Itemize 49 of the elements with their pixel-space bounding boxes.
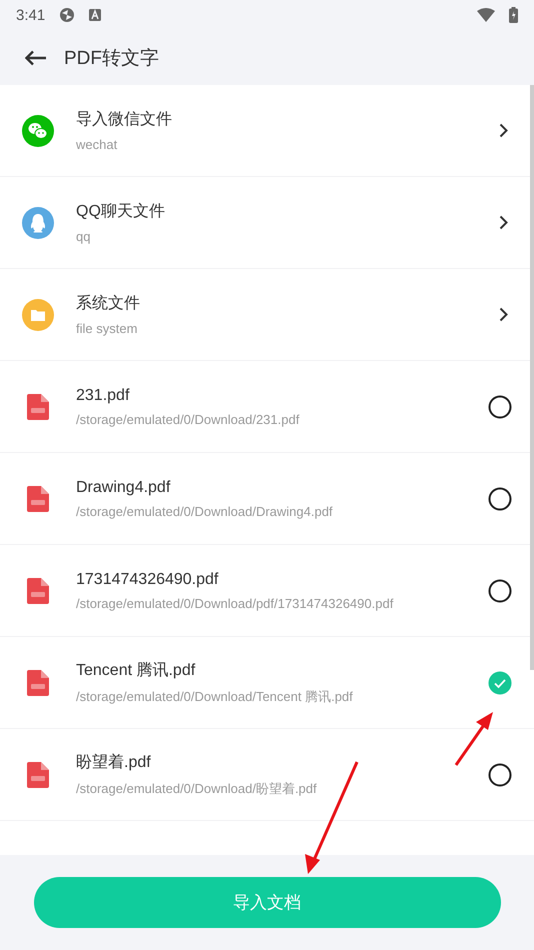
file-path: /storage/emulated/0/Download/盼望着.pdf xyxy=(76,780,318,798)
radio-button[interactable] xyxy=(488,394,512,418)
battery-icon xyxy=(509,7,518,23)
radio-button[interactable] xyxy=(488,670,512,694)
page-title: PDF转文字 xyxy=(64,46,159,70)
pdf-file-icon xyxy=(27,578,49,604)
file-item[interactable]: Drawing4.pdf /storage/emulated/0/Download/Drawing4.pdf xyxy=(0,453,534,545)
file-item[interactable]: Tencent 腾讯.pdf /storage/emulated/0/Download/Tencent 腾讯.pdf xyxy=(0,637,534,729)
wifi-icon xyxy=(477,8,495,22)
radio-button[interactable] xyxy=(488,762,512,786)
annotation-arrow xyxy=(454,712,493,766)
file-name: Drawing4.pdf xyxy=(76,478,172,496)
file-name: 1731474326490.pdf xyxy=(76,570,220,588)
back-arrow-icon[interactable] xyxy=(25,50,47,66)
chevron-right-icon xyxy=(499,215,508,230)
status-time: 3:41 xyxy=(16,6,46,24)
file-item[interactable]: 盼望着.pdf /storage/emulated/0/Download/盼望着.pdf xyxy=(0,729,534,821)
radio-button[interactable] xyxy=(488,578,512,602)
radio-button[interactable] xyxy=(488,486,512,510)
source-subtitle: wechat xyxy=(76,137,118,152)
file-name: Tencent 腾讯.pdf xyxy=(76,660,196,680)
file-path: /storage/emulated/0/Download/Drawing4.pdf xyxy=(76,504,334,518)
file-name: 231.pdf xyxy=(76,386,130,404)
file-path: /storage/emulated/0/Download/pdf/1731474326490.pdf xyxy=(76,596,394,610)
source-item[interactable]: QQ聊天文件 qq xyxy=(0,177,534,269)
scrollbar[interactable] xyxy=(530,85,534,670)
penguin-icon xyxy=(22,206,54,238)
source-title: QQ聊天文件 xyxy=(76,202,166,222)
source-title: 导入微信文件 xyxy=(76,110,173,130)
pdf-file-icon xyxy=(27,762,49,788)
file-path: /storage/emulated/0/Download/Tencent 腾讯.pdf xyxy=(76,688,354,706)
keyboard-icon xyxy=(89,9,102,21)
folder-icon xyxy=(22,298,54,330)
source-subtitle: file system xyxy=(76,321,138,336)
source-item[interactable]: 导入微信文件 wechat xyxy=(0,85,534,177)
pdf-file-icon xyxy=(27,394,49,420)
source-title: 系统文件 xyxy=(76,294,141,314)
chat-bubbles-icon xyxy=(22,114,54,146)
file-path: /storage/emulated/0/Download/231.pdf xyxy=(76,412,300,426)
chevron-right-icon xyxy=(499,123,508,138)
pdf-file-icon xyxy=(27,486,49,512)
chevron-right-icon xyxy=(499,307,508,322)
pdf-file-icon xyxy=(27,670,49,696)
file-name: 盼望着.pdf xyxy=(76,752,152,772)
file-item[interactable]: 1731474326490.pdf /storage/emulated/0/Download/pdf/1731474326490.pdf xyxy=(0,545,534,637)
source-item[interactable]: 系统文件 file system xyxy=(0,269,534,361)
source-subtitle: qq xyxy=(76,229,92,244)
file-item[interactable]: 231.pdf /storage/emulated/0/Download/231.pdf xyxy=(0,361,534,453)
sync-icon xyxy=(59,7,76,23)
